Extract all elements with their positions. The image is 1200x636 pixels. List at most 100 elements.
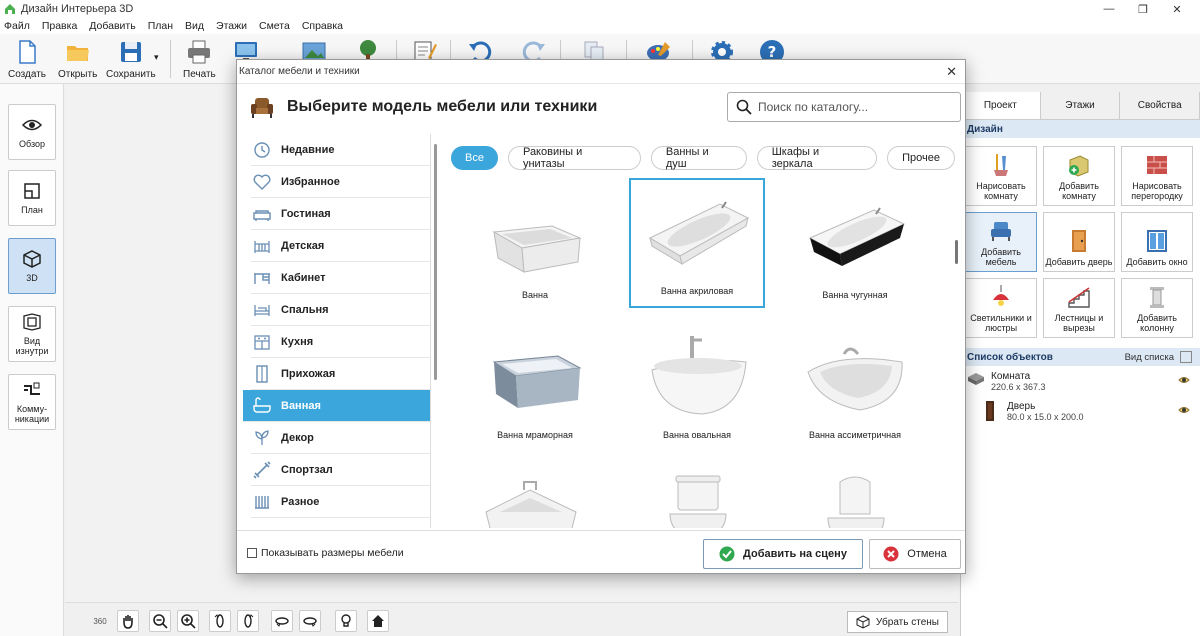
tab-properties[interactable]: Свойства [1120, 92, 1200, 119]
catalog-item-toilet[interactable] [629, 464, 765, 528]
cancel-button[interactable]: Отмена [869, 539, 961, 569]
create-button[interactable]: Создать [8, 38, 46, 80]
category-misc[interactable]: Разное [251, 486, 430, 518]
tilt-up-button[interactable] [271, 610, 293, 632]
home-view-button[interactable] [367, 610, 389, 632]
category-bathroom[interactable]: Ванная [243, 390, 430, 422]
add-column-button[interactable]: Добавить колонну [1121, 278, 1193, 338]
view-plan-button[interactable]: План [8, 170, 56, 226]
add-furniture-button[interactable]: Добавить мебель [965, 212, 1037, 272]
rotate-left-button[interactable] [209, 610, 231, 632]
rotate-right-button[interactable] [237, 610, 259, 632]
object-item-room[interactable]: Комната 220.6 x 367.3 [961, 366, 1200, 396]
pencil-brush-icon [994, 154, 1008, 176]
filter-cabinets-mirrors[interactable]: Шкафы и зеркала [756, 146, 878, 170]
draw-partition-button[interactable]: Нарисовать перегородку [1121, 146, 1193, 206]
zoom-out-icon [153, 614, 168, 629]
category-recent[interactable]: Недавние [251, 134, 430, 166]
category-decor[interactable]: Декор [251, 422, 430, 454]
save-dropdown-arrow[interactable]: ▾ [154, 52, 159, 63]
category-kids-room[interactable]: Детская [251, 230, 430, 262]
draw-room-button[interactable]: Нарисовать комнату [965, 146, 1037, 206]
object-item-door[interactable]: Дверь 80.0 x 15.0 x 200.0 [961, 396, 1200, 426]
add-room-icon [1069, 155, 1089, 177]
view-overview-button[interactable]: Обзор [8, 104, 56, 160]
filter-all[interactable]: Все [451, 146, 498, 170]
pan-button[interactable] [117, 610, 139, 632]
tilt-down-button[interactable] [299, 610, 321, 632]
view-inside-button[interactable]: Вид изнутри [8, 306, 56, 362]
dialog-header: Выберите модель мебели или техники [237, 84, 965, 130]
view-list-button[interactable]: Вид списка [1125, 352, 1174, 363]
catalog-item-bathtub[interactable]: Ванна [467, 184, 603, 314]
print-button[interactable]: Печать [183, 38, 216, 80]
menu-plan[interactable]: План [148, 20, 173, 32]
checkbox-box[interactable] [247, 548, 257, 558]
open-button[interactable]: Открыть [58, 38, 97, 80]
category-office[interactable]: Кабинет [251, 262, 430, 294]
floppy-icon [120, 42, 141, 62]
menu-add[interactable]: Добавить [89, 20, 135, 32]
menu-edit[interactable]: Правка [42, 20, 77, 32]
category-living-room[interactable]: Гостиная [251, 198, 430, 230]
add-to-scene-button[interactable]: Добавить на сцену [703, 539, 863, 569]
viewport-toolbar: 360 Убрать стены [65, 602, 958, 636]
dialog-close-button[interactable]: ✕ [946, 64, 957, 80]
lighting-button[interactable] [335, 610, 357, 632]
menu-estimate[interactable]: Смета [259, 20, 290, 32]
bathtub-icon [253, 396, 271, 413]
catalog-item-acrylic-bathtub[interactable]: Ванна акриловая [629, 178, 765, 308]
catalog-item-toilet-round[interactable] [787, 464, 923, 528]
rotate-360-button[interactable]: 360 [89, 610, 111, 632]
close-window-button[interactable]: ✕ [1154, 0, 1200, 18]
category-scrollbar[interactable] [434, 144, 437, 380]
view-3d-button[interactable]: 3D [8, 238, 56, 294]
filter-sinks-toilets[interactable]: Раковины и унитазы [507, 146, 641, 170]
category-kitchen[interactable]: Кухня [251, 326, 430, 358]
add-window-button[interactable]: Добавить окно [1121, 212, 1193, 272]
cube-walls-icon [856, 615, 870, 629]
list-view-icon[interactable] [1180, 351, 1192, 363]
menu-help[interactable]: Справка [302, 20, 343, 32]
home-icon [372, 615, 384, 627]
add-stairs-button[interactable]: Лестницы и вырезы [1043, 278, 1115, 338]
category-bedroom[interactable]: Спальня [251, 294, 430, 326]
catalog-search-input[interactable] [758, 100, 948, 114]
menu-bar: Файл Правка Добавить План Вид Этажи Смет… [0, 18, 1200, 34]
add-room-button[interactable]: Добавить комнату [1043, 146, 1115, 206]
bed-icon [254, 304, 270, 316]
search-icon [736, 99, 752, 115]
dialog-heading: Выберите модель мебели или техники [287, 98, 598, 115]
tab-project[interactable]: Проект [961, 92, 1041, 119]
add-lights-button[interactable]: Светильники и люстры [965, 278, 1037, 338]
menu-view[interactable]: Вид [185, 20, 204, 32]
menu-floors[interactable]: Этажи [216, 20, 247, 32]
view-communications-button[interactable]: Комму-никации [8, 374, 56, 430]
items-scrollbar[interactable] [955, 240, 958, 264]
zoom-in-button[interactable] [177, 610, 199, 632]
show-sizes-checkbox[interactable]: Показывать размеры мебели [247, 547, 404, 559]
category-hallway[interactable]: Прихожая [251, 358, 430, 390]
filter-other[interactable]: Прочее [887, 146, 956, 170]
catalog-item-asymmetric-bathtub[interactable]: Ванна ассиметричная [787, 324, 923, 454]
visibility-eye-icon[interactable] [1178, 374, 1190, 386]
catalog-search [727, 92, 961, 122]
menu-file[interactable]: Файл [4, 20, 30, 32]
catalog-item-corner-jacuzzi[interactable] [467, 464, 603, 528]
catalog-item-cast-iron-bathtub[interactable]: Ванна чугунная [787, 184, 923, 314]
project-panel: Проект Этажи Свойства Дизайн Нарисовать … [960, 92, 1200, 636]
zoom-out-button[interactable] [149, 610, 171, 632]
category-gym[interactable]: Спортзал [251, 454, 430, 486]
visibility-eye-icon[interactable] [1178, 404, 1190, 416]
brick-wall-icon [1147, 156, 1167, 174]
remove-walls-button[interactable]: Убрать стены [846, 611, 948, 633]
save-button[interactable]: Сохранить [106, 38, 156, 80]
filter-baths-showers[interactable]: Ванны и душ [650, 146, 747, 170]
catalog-item-oval-bathtub[interactable]: Ванна овальная [629, 324, 765, 454]
catalog-item-marble-bathtub[interactable]: Ванна мраморная [467, 324, 603, 454]
window-title: Дизайн Интерьера 3D [21, 3, 134, 15]
clock-icon [254, 141, 270, 158]
tab-floors[interactable]: Этажи [1041, 92, 1121, 119]
add-door-button[interactable]: Добавить дверь [1043, 212, 1115, 272]
category-favorites[interactable]: Избранное [251, 166, 430, 198]
